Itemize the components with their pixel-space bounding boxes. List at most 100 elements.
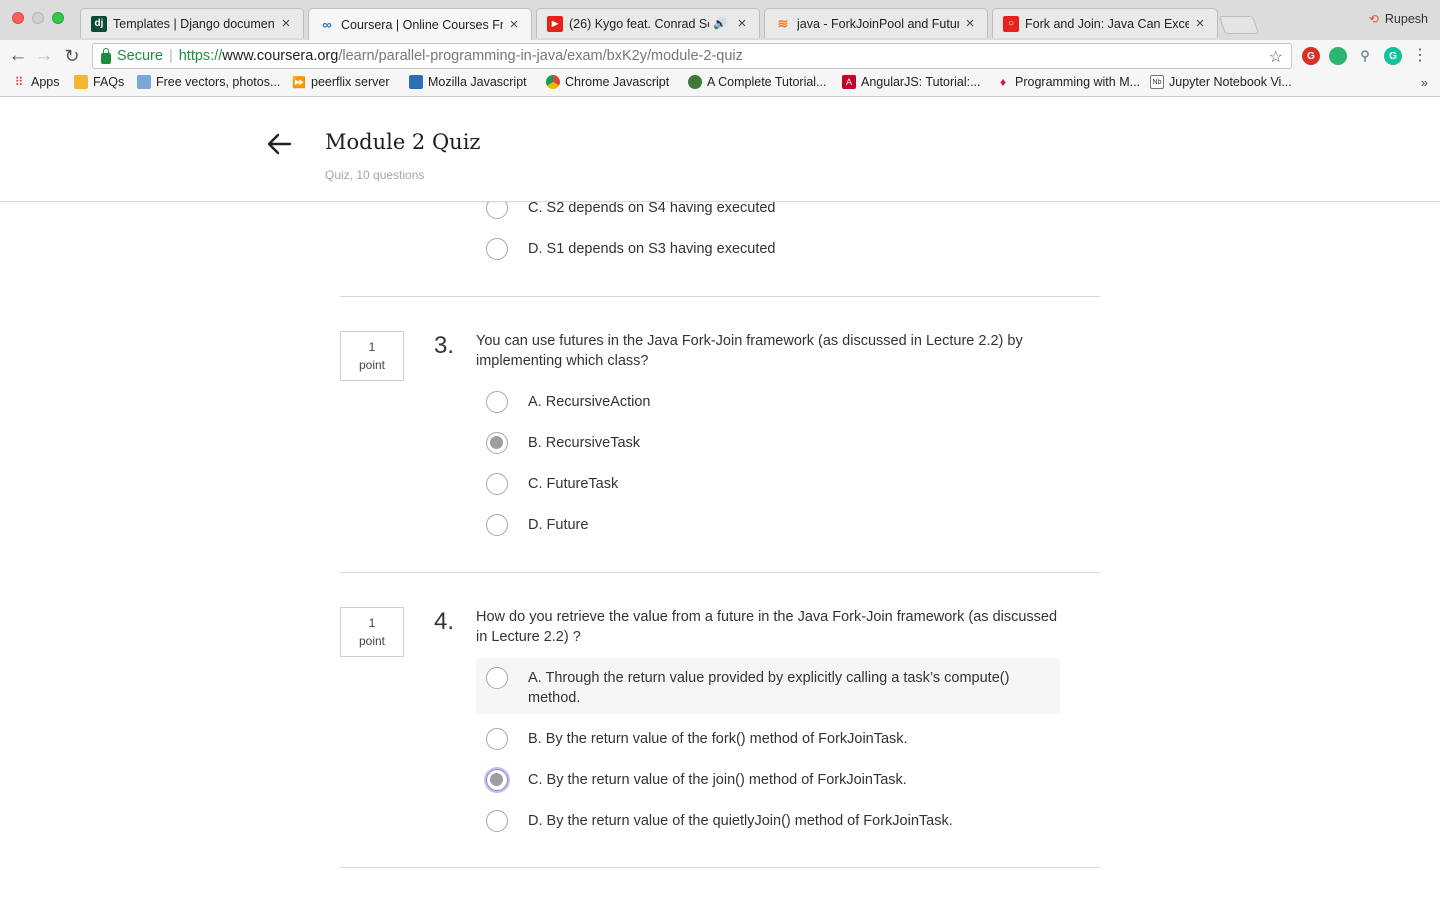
answer-option[interactable]: B. By the return value of the fork() met… <box>476 728 1060 750</box>
lock-icon <box>101 47 111 64</box>
radio-button-selected[interactable] <box>486 769 508 791</box>
new-tab-button[interactable] <box>1218 16 1260 34</box>
close-tab-icon[interactable]: × <box>735 15 749 32</box>
bookmark-label: Free vectors, photos... <box>156 75 281 89</box>
browser-titlebar: dj Templates | Django documenta × ∞ Cour… <box>0 0 1440 40</box>
bookmark-angularjs[interactable]: A AngularJS: Tutorial:... <box>842 75 981 89</box>
extension-chat-icon[interactable] <box>1329 47 1347 65</box>
radio-button[interactable] <box>486 514 508 536</box>
angular-icon: A <box>842 75 856 89</box>
option-label: C. FutureTask <box>528 476 619 492</box>
points-unit: point <box>358 634 386 648</box>
points-value: 1 <box>368 616 376 630</box>
radio-button[interactable] <box>486 202 508 219</box>
ruby-icon: ♦ <box>999 75 1007 89</box>
reload-icon[interactable]: ↻ <box>60 44 84 68</box>
browser-tab[interactable]: ≋ java - ForkJoinPool and Future × <box>764 8 988 38</box>
answer-option[interactable]: A. RecursiveAction <box>476 391 1060 413</box>
profile-button[interactable]: ⟲ Rupesh <box>1369 12 1428 26</box>
radio-button-selected[interactable] <box>486 432 508 454</box>
bookmark-label: A Complete Tutorial... <box>707 75 827 89</box>
radio-button[interactable] <box>486 473 508 495</box>
apps-grid-icon: ⠿ <box>14 75 24 89</box>
quiz-content[interactable]: C. S2 depends on S4 having executed D. S… <box>0 202 1440 900</box>
quiz-header: Module 2 Quiz Quiz, 10 questions <box>0 97 1440 202</box>
radio-button[interactable] <box>486 667 508 689</box>
stackoverflow-icon: ≋ <box>777 15 789 31</box>
bookmark-peerflix[interactable]: ⏩ peerflix server <box>292 75 390 89</box>
browser-toolbar: ← → ↻ Secure | https:// www.coursera.org… <box>0 40 1440 72</box>
extension-satellite-icon[interactable]: ⚲ <box>1356 47 1374 65</box>
tab-title: (26) Kygo feat. Conrad Sew <box>569 16 710 31</box>
youtube-icon: ▶ <box>547 15 563 32</box>
back-icon[interactable]: ← <box>6 44 30 68</box>
browser-tab[interactable]: ○ Fork and Join: Java Can Excel × <box>992 8 1218 38</box>
extension-icon[interactable]: G <box>1302 47 1320 65</box>
speaker-icon[interactable]: 🔊 <box>713 17 727 30</box>
points-unit: point <box>358 358 386 372</box>
close-tab-icon[interactable]: × <box>279 15 293 32</box>
window-minimize-button[interactable] <box>32 12 44 24</box>
answer-option-hovered[interactable]: A. Through the return value provided by … <box>476 658 1060 714</box>
bookmark-faqs[interactable]: FAQs <box>74 75 124 89</box>
option-label: D. By the return value of the quietlyJoi… <box>528 813 953 829</box>
bookmark-label: peerflix server <box>311 75 390 89</box>
tab-title: Templates | Django documenta <box>113 16 275 31</box>
page-title: Module 2 Quiz <box>325 130 481 154</box>
close-tab-icon[interactable]: × <box>1193 15 1207 32</box>
back-arrow-icon[interactable] <box>266 131 292 157</box>
bookmark-chrome-js[interactable]: Chrome Javascript <box>546 75 669 89</box>
bookmark-label: AngularJS: Tutorial:... <box>861 75 981 89</box>
bookmark-label: Apps <box>31 75 60 89</box>
browser-tab-active[interactable]: ∞ Coursera | Online Courses Fro × <box>308 8 532 40</box>
question-divider <box>340 867 1100 868</box>
radio-button[interactable] <box>486 238 508 260</box>
answer-option[interactable]: C. S2 depends on S4 having executed <box>476 202 1060 219</box>
answer-option[interactable]: B. RecursiveTask <box>476 432 1060 454</box>
option-label: A. Through the return value provided by … <box>528 670 1010 706</box>
fast-forward-icon: ⏩ <box>292 76 306 89</box>
points-badge: 1 point <box>340 607 404 657</box>
close-tab-icon[interactable]: × <box>963 15 977 32</box>
answer-option[interactable]: D. By the return value of the quietlyJoi… <box>476 810 1060 832</box>
question-text: You can use futures in the Java Fork-Joi… <box>476 333 1023 369</box>
option-label: D. S1 depends on S3 having executed <box>528 241 776 257</box>
coursera-icon: ∞ <box>322 17 332 32</box>
bookmarks-overflow-icon[interactable]: » <box>1421 75 1428 90</box>
bookmark-jupyter[interactable]: Nb Jupyter Notebook Vi... <box>1150 75 1292 89</box>
answer-option[interactable]: D. Future <box>476 514 1060 536</box>
close-tab-icon[interactable]: × <box>507 16 521 33</box>
option-label: D. Future <box>528 517 589 533</box>
bookmark-label: FAQs <box>93 75 125 89</box>
bookmark-complete-tutorial[interactable]: A Complete Tutorial... <box>688 75 827 89</box>
bookmark-free-vectors[interactable]: Free vectors, photos... <box>137 75 280 89</box>
bookmark-apps[interactable]: ⠿ Apps <box>12 75 60 89</box>
answer-option[interactable]: C. FutureTask <box>476 473 1060 495</box>
forward-icon[interactable]: → <box>32 44 56 68</box>
browser-tab[interactable]: dj Templates | Django documenta × <box>80 8 304 38</box>
secure-label: Secure <box>117 48 163 64</box>
browser-menu-icon[interactable]: ⋮ <box>1412 46 1428 66</box>
points-badge: 1 point <box>340 331 404 381</box>
bookmark-programming[interactable]: ♦ Programming with M... <box>996 75 1140 89</box>
bookmark-mozilla-js[interactable]: Mozilla Javascript <box>409 75 527 89</box>
points-value: 1 <box>368 340 376 354</box>
address-bar[interactable]: Secure | https:// www.coursera.org /lear… <box>92 43 1292 69</box>
profile-sync-icon: ⟲ <box>1368 12 1379 26</box>
answer-option[interactable]: C. By the return value of the join() met… <box>476 769 1060 791</box>
browser-tab[interactable]: ▶ (26) Kygo feat. Conrad Sew 🔊 × <box>536 8 760 38</box>
option-label: B. By the return value of the fork() met… <box>528 731 908 747</box>
url-host: www.coursera.org <box>222 48 339 64</box>
answer-option[interactable]: D. S1 depends on S3 having executed <box>476 238 1060 260</box>
radio-button[interactable] <box>486 810 508 832</box>
bookmark-star-icon[interactable]: ☆ <box>1269 47 1283 67</box>
page-subtitle: Quiz, 10 questions <box>325 168 425 182</box>
radio-button[interactable] <box>486 391 508 413</box>
option-label: B. RecursiveTask <box>528 435 641 451</box>
radio-button[interactable] <box>486 728 508 750</box>
bookmark-label: Mozilla Javascript <box>428 75 527 89</box>
grammarly-icon[interactable]: G <box>1384 47 1402 65</box>
mozilla-icon <box>409 75 423 89</box>
window-maximize-button[interactable] <box>52 12 64 24</box>
window-close-button[interactable] <box>12 12 24 24</box>
